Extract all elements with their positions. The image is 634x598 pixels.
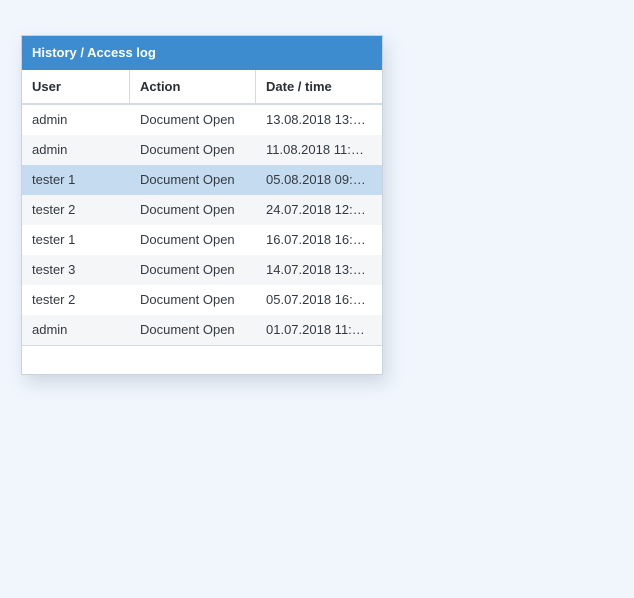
cell-action: Document Open — [140, 292, 235, 307]
table-row[interactable]: tester 3 Document Open 14.07.2018 13:… — [22, 255, 382, 285]
access-log-grid: User Action Date / time admin Document O… — [22, 70, 382, 346]
grid-header: User Action Date / time — [22, 70, 382, 105]
table-row[interactable]: tester 1 Document Open 16.07.2018 16:… — [22, 225, 382, 255]
cell-user: admin — [32, 112, 68, 127]
column-header-action[interactable]: Action — [130, 70, 256, 103]
cell-date: 13.08.2018 13:… — [266, 112, 366, 127]
cell-user: tester 2 — [32, 292, 76, 307]
cell-action: Document Open — [140, 202, 235, 217]
cell-user: tester 1 — [32, 172, 76, 187]
cell-user: admin — [32, 322, 68, 337]
panel-title: History / Access log — [22, 36, 382, 70]
cell-action: Document Open — [140, 142, 235, 157]
cell-date: 14.07.2018 13:… — [266, 262, 366, 277]
cell-user: tester 1 — [32, 232, 76, 247]
cell-date: 24.07.2018 12:… — [266, 202, 366, 217]
cell-action: Document Open — [140, 232, 235, 247]
cell-date: 05.07.2018 16:… — [266, 292, 366, 307]
grid-bottom-divider — [22, 345, 382, 346]
table-row[interactable]: tester 2 Document Open 24.07.2018 12:… — [22, 195, 382, 225]
cell-action: Document Open — [140, 262, 235, 277]
access-log-panel: History / Access log User Action Date / … — [21, 35, 383, 375]
cell-action: Document Open — [140, 172, 235, 187]
table-row[interactable]: tester 2 Document Open 05.07.2018 16:… — [22, 285, 382, 315]
table-row[interactable]: admin Document Open 01.07.2018 11:… — [22, 315, 382, 345]
cell-user: tester 3 — [32, 262, 76, 277]
cell-date: 01.07.2018 11:… — [266, 322, 365, 337]
table-row[interactable]: admin Document Open 13.08.2018 13:… — [22, 105, 382, 135]
cell-user: tester 2 — [32, 202, 76, 217]
cell-action: Document Open — [140, 112, 235, 127]
cell-user: admin — [32, 142, 68, 157]
cell-date: 05.08.2018 09:… — [266, 172, 366, 187]
cell-date: 16.07.2018 16:… — [266, 232, 366, 247]
table-row-selected[interactable]: tester 1 Document Open 05.08.2018 09:… — [22, 165, 382, 195]
column-header-date[interactable]: Date / time — [256, 70, 382, 103]
cell-action: Document Open — [140, 322, 235, 337]
column-header-user[interactable]: User — [22, 70, 130, 103]
table-row[interactable]: admin Document Open 11.08.2018 11:… — [22, 135, 382, 165]
cell-date: 11.08.2018 11:… — [266, 142, 364, 157]
